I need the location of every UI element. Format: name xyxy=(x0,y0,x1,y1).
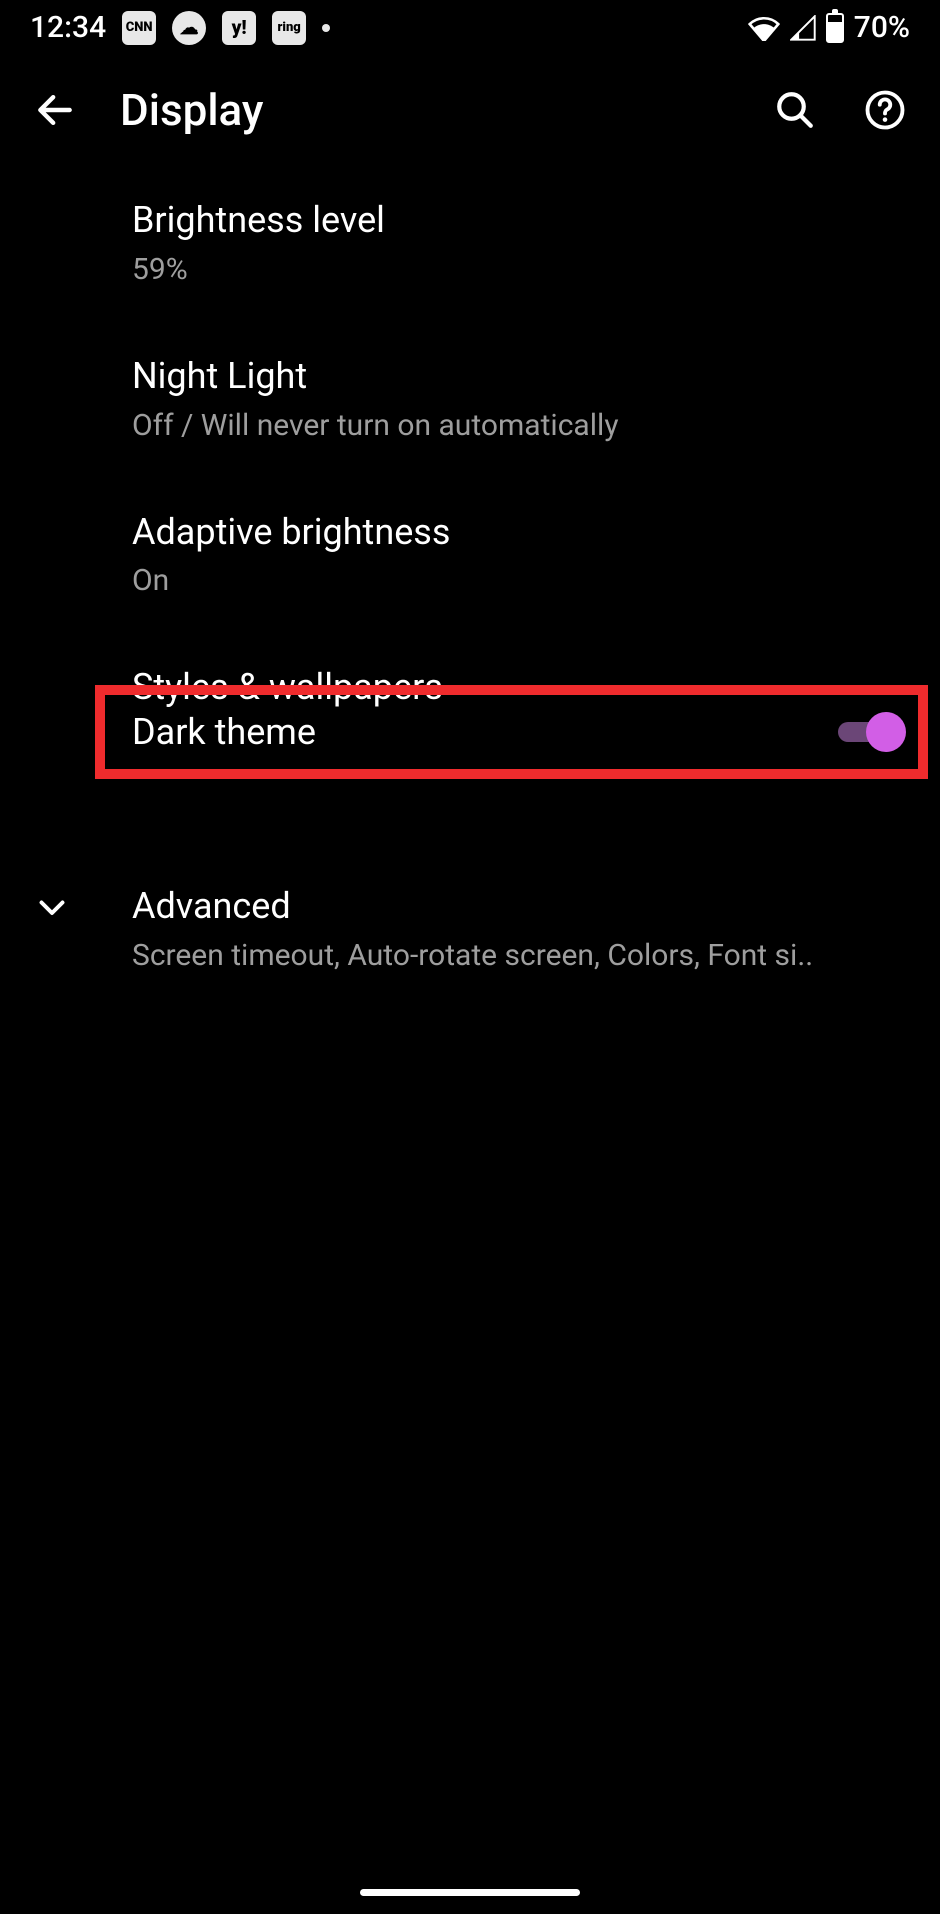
item-title: Advanced xyxy=(132,883,910,930)
app-bar: Display xyxy=(0,55,940,165)
cnn-icon: CNN xyxy=(122,11,156,45)
arrow-back-icon xyxy=(33,88,77,132)
advanced-row[interactable]: Advanced Screen timeout, Auto-rotate scr… xyxy=(132,851,910,1007)
item-title: Dark theme xyxy=(132,709,838,756)
help-icon xyxy=(864,89,906,131)
chevron-down-icon xyxy=(34,889,70,925)
dark-theme-row[interactable]: Dark theme xyxy=(95,685,928,779)
status-left: 12:34 CNN ☁ y! ring xyxy=(30,10,330,45)
item-sub: Off / Will never turn on automatically xyxy=(132,406,910,445)
night-light-row[interactable]: Night Light Off / Will never turn on aut… xyxy=(132,321,910,477)
status-bar: 12:34 CNN ☁ y! ring 70% xyxy=(0,0,940,55)
dark-theme-toggle[interactable] xyxy=(838,714,904,750)
battery-icon xyxy=(826,13,844,43)
settings-list: Brightness level 59% Night Light Off / W… xyxy=(0,165,940,1007)
battery-text: 70% xyxy=(854,10,910,45)
expand-icon-container xyxy=(32,887,72,927)
page-title: Display xyxy=(120,84,730,136)
back-button[interactable] xyxy=(30,85,80,135)
toggle-thumb xyxy=(866,712,906,752)
home-indicator[interactable] xyxy=(360,1889,580,1896)
ring-icon: ring xyxy=(272,11,306,45)
brightness-level-row[interactable]: Brightness level 59% xyxy=(132,165,910,321)
help-button[interactable] xyxy=(860,85,910,135)
status-time: 12:34 xyxy=(30,10,106,45)
search-icon xyxy=(774,89,816,131)
item-title: Brightness level xyxy=(132,197,910,244)
weather-icon: ☁ xyxy=(172,11,206,45)
wifi-icon xyxy=(748,15,780,41)
yahoo-icon: y! xyxy=(222,11,256,45)
search-button[interactable] xyxy=(770,85,820,135)
item-sub: 59% xyxy=(132,250,910,289)
item-title: Night Light xyxy=(132,353,910,400)
cell-signal-icon xyxy=(790,15,816,41)
item-sub: Screen timeout, Auto-rotate screen, Colo… xyxy=(132,936,910,975)
status-right: 70% xyxy=(748,10,910,45)
adaptive-brightness-row[interactable]: Adaptive brightness On xyxy=(132,477,910,633)
notification-dot-icon xyxy=(322,24,330,32)
item-sub: On xyxy=(132,561,910,600)
item-title: Adaptive brightness xyxy=(132,509,910,556)
